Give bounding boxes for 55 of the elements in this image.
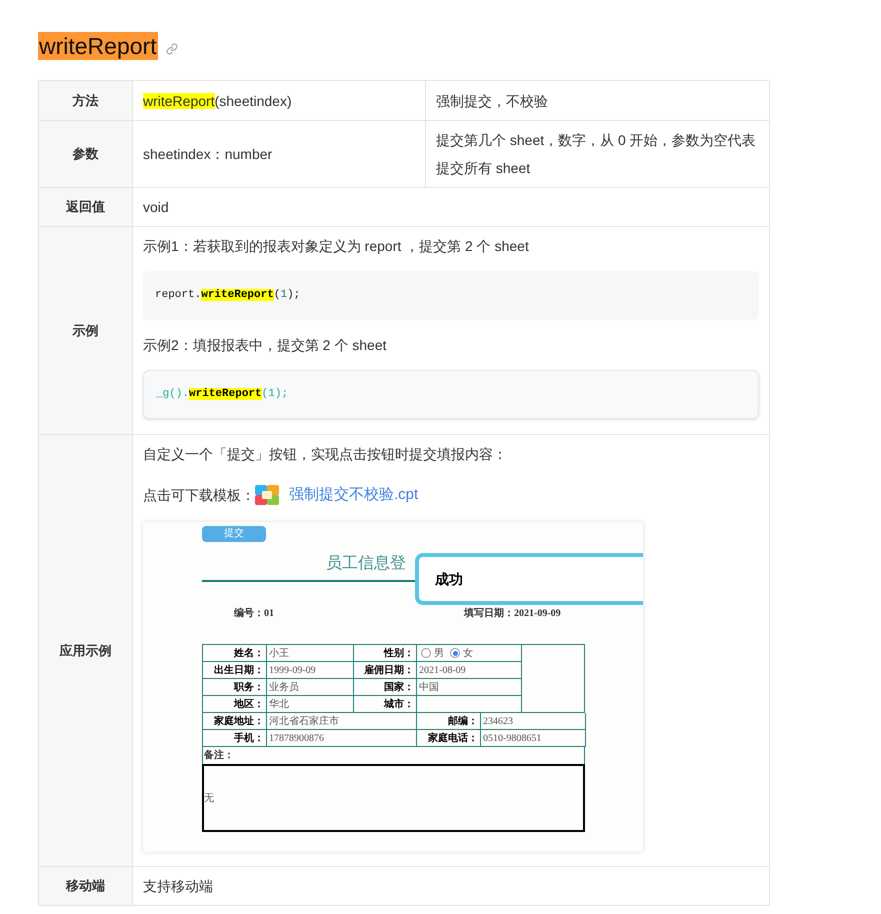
cell-text: 提交第几个 sheet，数字，从 0 开始，参数为空代表提交所有 sheet	[436, 131, 757, 178]
form-label: 家庭地址：	[214, 714, 265, 728]
popup-message: 成功	[435, 570, 463, 588]
form-heading: 员工信息登	[326, 554, 406, 574]
form-value: 业务员	[268, 680, 299, 694]
radio-label: 男	[434, 646, 444, 660]
cell-text: sheetindex：number	[143, 145, 272, 164]
form-label: 手机：	[234, 732, 265, 746]
radio-button[interactable]	[450, 648, 460, 658]
form-label: 邮编：	[448, 714, 479, 728]
row-header: 参数	[39, 121, 133, 187]
cell-text: 支持移动端	[143, 876, 213, 896]
example-text: 示例1：若获取到的报表对象定义为 report ，提交第 2 个 sheet	[143, 237, 530, 256]
page-title: writeReport	[38, 32, 158, 60]
download-label: 点击可下载模板：	[143, 486, 255, 504]
cell-text: writeReport(sheetindex)	[143, 92, 292, 111]
form-value: 河北省石家庄市	[268, 714, 339, 728]
form-label: 家庭电话：	[428, 731, 479, 746]
intro-text: 自定义一个「提交」按钮，实现点击按钮时提交填报内容：	[143, 445, 508, 464]
form-value: 华北	[268, 698, 289, 712]
form-label: 性别：	[384, 646, 415, 660]
row-header: 方法	[39, 81, 133, 120]
form-value: 小王	[268, 646, 289, 660]
link-icon[interactable]	[166, 43, 178, 55]
form-label: 城市：	[384, 697, 415, 712]
row-header: 示例	[39, 227, 133, 434]
remarks-value: 无	[204, 792, 214, 806]
form-label: 职务：	[234, 680, 265, 694]
row-header: 应用示例	[39, 435, 133, 866]
form-value: 234623	[482, 714, 513, 728]
form-label: 雇佣日期：	[364, 663, 415, 678]
form-value: 2021-08-09	[418, 664, 466, 678]
cell-text: 强制提交，不校验	[436, 92, 548, 110]
form-label: 地区：	[234, 698, 265, 712]
row-header: 移动端	[39, 867, 133, 905]
row-header: 返回值	[39, 188, 133, 226]
form-value: 17878900876	[268, 732, 324, 746]
code-block: _g().writeReport(1);	[143, 370, 759, 419]
form-date: 填写日期：2021-09-09	[464, 606, 561, 620]
form-number: 编号：01	[234, 606, 274, 620]
submit-button[interactable]: 提交	[202, 526, 266, 542]
cell-text: void	[143, 198, 169, 216]
form-label: 姓名：	[234, 646, 265, 660]
radio-button[interactable]	[421, 648, 431, 658]
form-value: 0510-9808651	[482, 732, 542, 746]
form-label: 备注：	[203, 748, 234, 763]
form-label: 出生日期：	[214, 664, 265, 678]
form-label: 国家：	[384, 680, 415, 694]
form-value: 1999-09-09	[268, 664, 316, 678]
example-text: 示例2：填报报表中，提交第 2 个 sheet	[143, 336, 388, 355]
code-block: report.writeReport(1);	[143, 271, 759, 320]
template-file-icon	[255, 485, 279, 505]
download-link[interactable]: 强制提交不校验.cpt	[289, 484, 418, 506]
form-value: 中国	[418, 680, 439, 694]
radio-label: 女	[463, 646, 473, 660]
